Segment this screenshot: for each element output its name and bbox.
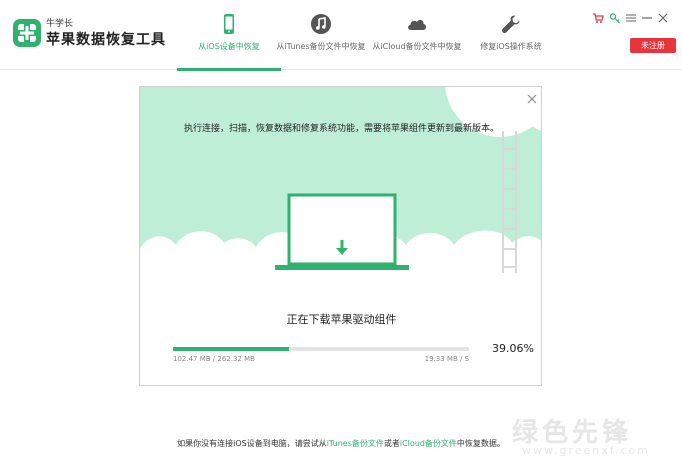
header-bar: 牛学长 苹果数据恢复工具 从iOS设备中恢复 从iTunes备份文件中恢复 从i… xyxy=(0,0,682,71)
download-progress-bar xyxy=(173,347,469,351)
icloud-backup-link[interactable]: iCloud备份文件 xyxy=(400,439,457,448)
itunes-backup-link[interactable]: iTunes备份文件 xyxy=(327,439,384,448)
app-title: 苹果数据恢复工具 xyxy=(46,32,166,48)
active-tab-indicator xyxy=(177,68,281,71)
register-badge[interactable]: 未注册 xyxy=(630,38,676,53)
tab-label: 修复iOS操作系统 xyxy=(480,42,542,51)
key-icon[interactable] xyxy=(609,12,621,24)
update-dialog: 执行连接，扫描，恢复数据和修复系统功能，需要将苹果组件更新到最新版本。 正在下载… xyxy=(139,86,542,386)
download-percent-text: 39.06% xyxy=(492,342,534,355)
close-icon[interactable] xyxy=(657,12,669,24)
watermark-url: www.greenxf.com xyxy=(522,444,650,457)
downloaded-size-text: 102.47 MB / 262.32 MB xyxy=(173,355,255,363)
download-progress-fill xyxy=(173,347,289,351)
tab-ios-device[interactable]: 从iOS设备中恢复 xyxy=(177,0,281,71)
minimize-icon[interactable] xyxy=(641,12,653,24)
watermark: 绿色先锋 www.greenxf.com xyxy=(512,412,672,462)
tab-label: 从iCloud备份文件中恢复 xyxy=(372,42,462,51)
logo-icon xyxy=(13,19,41,47)
tab-label: 从iTunes备份文件中恢复 xyxy=(276,42,366,51)
footer-text: 中恢复数据。 xyxy=(456,439,505,448)
footer-text: 或者 xyxy=(383,439,400,448)
footer-text: 如果你没有连接iOS设备到电脑，请尝试从 xyxy=(177,439,327,448)
menu-icon[interactable] xyxy=(625,12,637,24)
update-notice-text: 执行连接，扫描，恢复数据和修复系统功能，需要将苹果组件更新到最新版本。 xyxy=(183,124,499,134)
wrench-icon xyxy=(502,15,520,33)
download-status-text: 正在下载苹果驱动组件 xyxy=(286,313,397,326)
brand-tagline: 牛学长 xyxy=(46,19,74,29)
tab-label: 从iOS设备中恢复 xyxy=(198,42,260,51)
tab-repair-ios[interactable]: 修复iOS操作系统 xyxy=(459,0,563,70)
music-icon xyxy=(311,14,331,34)
app-window: 牛学长 苹果数据恢复工具 从iOS设备中恢复 从iTunes备份文件中恢复 从i… xyxy=(0,0,682,474)
tab-icloud-backup[interactable]: 从iCloud备份文件中恢复 xyxy=(365,0,469,70)
phone-icon xyxy=(224,14,234,34)
download-speed-text: 19.33 MB / S xyxy=(424,355,469,363)
cloud-icon xyxy=(408,19,427,30)
tab-itunes-backup[interactable]: 从iTunes备份文件中恢复 xyxy=(269,0,373,70)
dialog-close-icon[interactable] xyxy=(526,93,538,105)
cart-icon[interactable] xyxy=(592,12,604,24)
